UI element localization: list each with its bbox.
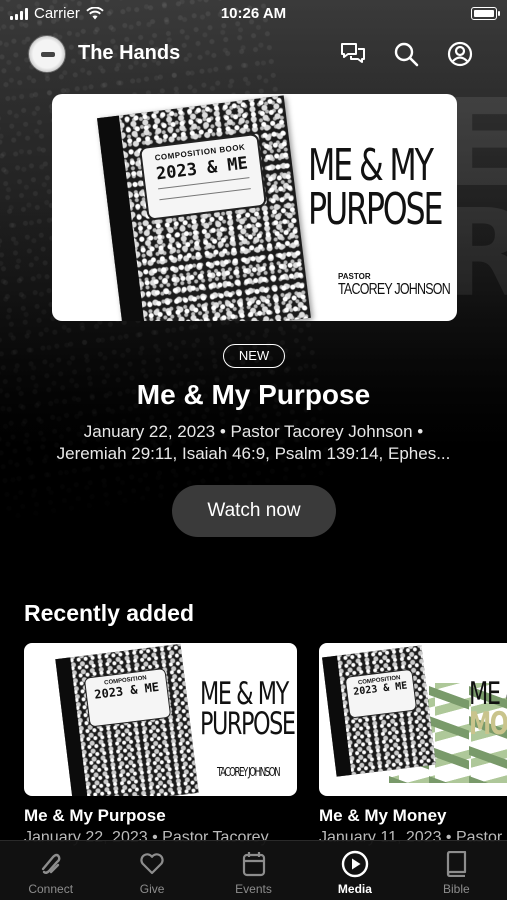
tab-label: Media bbox=[337, 882, 372, 896]
hero-art-title-line1: ME & MY bbox=[308, 140, 434, 191]
media-card-thumbnail[interactable]: COMPOSITION 2023 & ME ME & MY MONEY bbox=[319, 643, 507, 796]
hero-art-pastor-prefix: PASTOR bbox=[338, 272, 371, 281]
thumb-art-title-line1: ME & MY bbox=[200, 676, 289, 712]
book-icon bbox=[442, 850, 470, 878]
hero-art-title-line2: PURPOSE bbox=[308, 184, 444, 235]
profile-icon[interactable] bbox=[444, 38, 476, 70]
church-name: The Hands bbox=[78, 42, 181, 64]
media-card-thumbnail[interactable]: COMPOSITION 2023 & ME ME & MY PURPOSE TA… bbox=[24, 643, 297, 796]
tab-label: Give bbox=[139, 882, 165, 896]
thumb-art-title-line2: PURPOSE bbox=[200, 706, 296, 742]
composition-notebook-art: COMPOSITION 2023 & ME bbox=[55, 643, 199, 796]
thumb-art-pastor: TACOREY JOHNSON bbox=[217, 765, 281, 779]
tab-label: Bible bbox=[442, 882, 470, 896]
status-bar: Carrier 10:26 AM bbox=[0, 0, 507, 28]
hero-title: Me & My Purpose bbox=[136, 379, 371, 410]
hero-artwork[interactable]: COMPOSITION BOOK 2023 & ME ME & MY PURPO… bbox=[52, 94, 457, 321]
hero-art-pastor: PASTOR TACOREY JOHNSON bbox=[338, 272, 457, 299]
hero-art-pastor-name: TACOREY JOHNSON bbox=[338, 281, 451, 298]
thumb-art-title-line1: ME & MY bbox=[469, 676, 507, 712]
thumb-art-title-line2: MONEY bbox=[469, 706, 507, 742]
hero-meta-line1: January 22, 2023 • Pastor Tacorey Johnso… bbox=[83, 422, 424, 441]
tab-bible[interactable]: Bible bbox=[406, 841, 507, 900]
composition-notebook-art: COMPOSITION 2023 & ME bbox=[322, 645, 436, 777]
hero-meta-line2: Jeremiah 29:11, Isaiah 46:9, Psalm 139:1… bbox=[56, 444, 451, 463]
tab-bar: Connect Give Events Media Bible bbox=[0, 840, 507, 900]
tab-label: Events bbox=[235, 882, 272, 896]
tab-media[interactable]: Media bbox=[304, 841, 405, 900]
app-header: The Hands bbox=[0, 30, 507, 78]
thumb-art-title: ME & MY PURPOSE bbox=[200, 676, 296, 742]
section-title-recently-added: Recently added bbox=[24, 600, 194, 626]
media-card-title[interactable]: Me & My Purpose bbox=[24, 806, 166, 826]
search-icon[interactable] bbox=[390, 38, 422, 70]
tab-give[interactable]: Give bbox=[101, 841, 202, 900]
status-time: 10:26 AM bbox=[220, 5, 287, 22]
watch-now-button[interactable]: Watch now bbox=[172, 485, 336, 537]
thumb-art-title: ME & MY MONEY bbox=[469, 676, 507, 742]
connect-icon bbox=[37, 850, 65, 878]
tab-connect[interactable]: Connect bbox=[0, 841, 101, 900]
battery-icon bbox=[471, 7, 500, 20]
tab-events[interactable]: Events bbox=[203, 841, 304, 900]
tab-label: Connect bbox=[28, 882, 74, 896]
media-card-title[interactable]: Me & My Money bbox=[319, 806, 447, 826]
church-logo[interactable] bbox=[28, 35, 66, 73]
play-icon bbox=[341, 850, 369, 878]
messages-icon[interactable] bbox=[337, 38, 369, 70]
hero-art-title: ME & MY PURPOSE bbox=[308, 140, 444, 235]
calendar-icon bbox=[240, 850, 268, 878]
heart-icon bbox=[138, 850, 166, 878]
composition-notebook-art: COMPOSITION BOOK 2023 & ME bbox=[97, 95, 311, 321]
new-badge: NEW bbox=[223, 344, 285, 368]
